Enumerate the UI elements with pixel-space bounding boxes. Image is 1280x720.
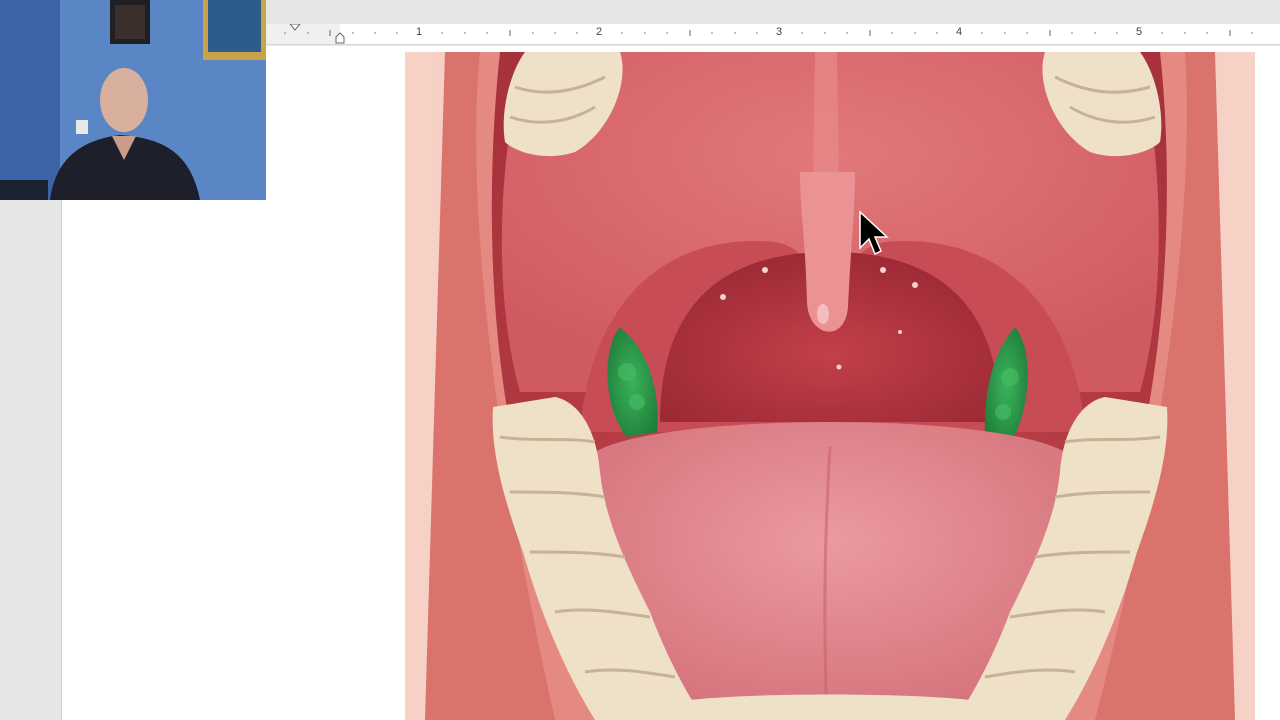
mouse-pointer-icon bbox=[858, 210, 890, 265]
ruler-number: 1 bbox=[415, 26, 423, 38]
presenter-head bbox=[100, 68, 148, 132]
ruler-number: 3 bbox=[775, 26, 783, 38]
presenter-webcam-overlay bbox=[0, 0, 266, 200]
uvula bbox=[800, 172, 855, 332]
ruler-number: 5 bbox=[1135, 26, 1143, 38]
ruler-number: 4 bbox=[955, 26, 963, 38]
first-line-indent-marker[interactable] bbox=[289, 24, 301, 31]
left-indent-marker[interactable] bbox=[335, 32, 345, 44]
document-workspace: 1 2 3 4 5 bbox=[0, 0, 1280, 720]
mouth-anatomy-image[interactable] bbox=[405, 52, 1255, 720]
lower-front-teeth bbox=[670, 694, 990, 720]
horizontal-ruler[interactable]: 1 2 3 4 5 bbox=[266, 24, 1280, 45]
ruler-number: 2 bbox=[595, 26, 603, 38]
